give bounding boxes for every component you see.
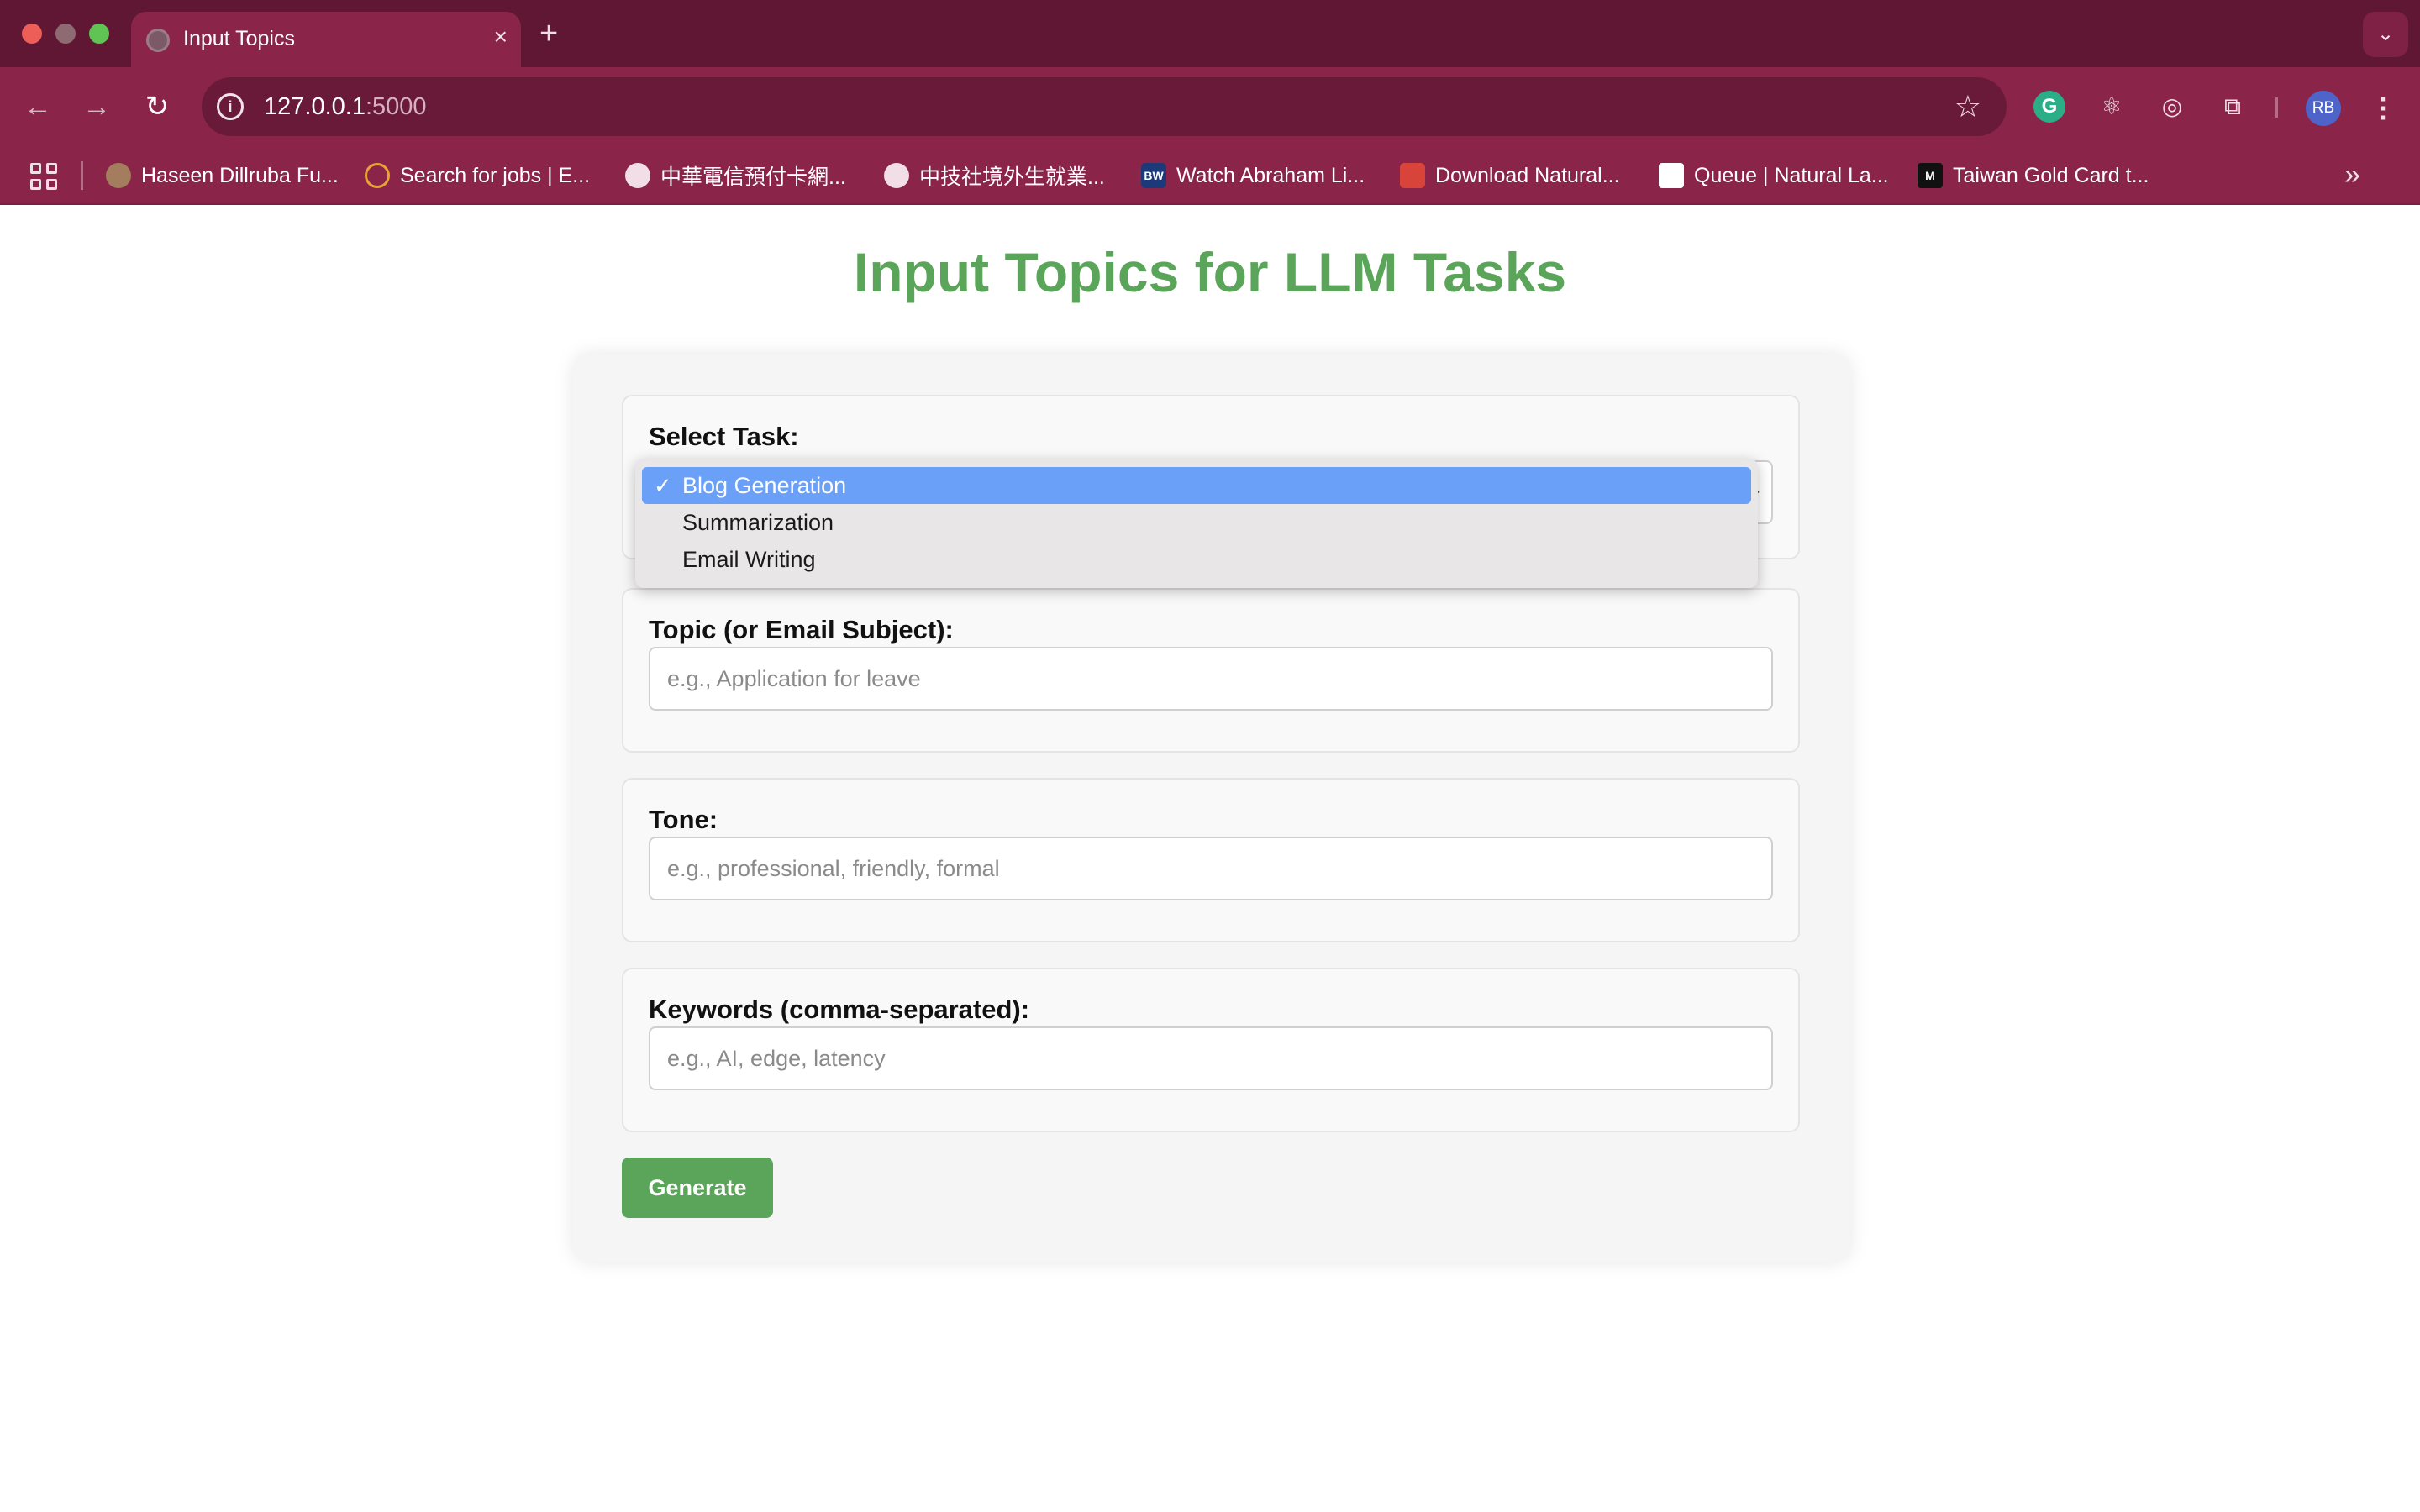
option-label: Summarization — [682, 510, 834, 535]
globe-icon — [625, 163, 650, 188]
more-menu-icon[interactable]: ⋮ — [2368, 91, 2398, 124]
option-label: Email Writing — [682, 547, 816, 572]
task-dropdown-menu: ✓ Blog Generation Summarization Email Wr… — [635, 459, 1758, 588]
bookmark-label: Watch Abraham Li... — [1176, 163, 1365, 187]
bookmark-item[interactable]: M Taiwan Gold Card t... — [1918, 160, 2149, 192]
back-icon[interactable]: ← — [17, 86, 59, 128]
url-port: :5000 — [365, 93, 427, 120]
tab-title: Input Topics — [183, 27, 295, 50]
bookmarks-bar: Haseen Dillruba Fu... Search for jobs | … — [0, 146, 2420, 205]
target-icon[interactable]: ◎ — [2156, 91, 2188, 123]
avatar[interactable]: RB — [2306, 91, 2341, 126]
bookmark-item[interactable]: BW Watch Abraham Li... — [1141, 160, 1365, 192]
bookmark-item[interactable]: Haseen Dillruba Fu... — [106, 160, 339, 192]
people-icon — [365, 163, 390, 188]
tab-search-button[interactable]: ⌄ — [2363, 12, 2408, 57]
bookmark-label: Download Natural... — [1435, 163, 1620, 187]
bookmark-label: Queue | Natural La... — [1694, 163, 1889, 187]
close-tab-icon[interactable]: × — [494, 22, 508, 52]
task-label: Select Task: — [649, 422, 799, 451]
puzzle-icon[interactable]: ⧉ — [2217, 91, 2249, 123]
bookmark-label: 中技社境外生就業... — [919, 165, 1105, 189]
task-option-blog[interactable]: ✓ Blog Generation — [642, 467, 1751, 504]
globe-icon — [146, 29, 170, 52]
globe-icon — [884, 163, 909, 188]
bookmarks-divider — [81, 161, 83, 190]
bookmark-star-icon[interactable]: ☆ — [1954, 89, 1981, 124]
toolbar-divider — [2275, 97, 2278, 118]
keywords-label: Keywords (comma-separated): — [649, 995, 1030, 1024]
bookmark-label: Taiwan Gold Card t... — [1953, 163, 2149, 187]
tone-input[interactable] — [649, 837, 1773, 900]
topic-section: Topic (or Email Subject): — [622, 588, 1800, 753]
url-text[interactable]: 127.0.0.1:5000 — [264, 92, 427, 121]
bookmark-item[interactable]: 中技社境外生就業... — [884, 160, 1105, 192]
bookmark-label: Search for jobs | E... — [400, 163, 591, 187]
checkmark-icon: ✓ — [654, 473, 672, 498]
page-title: Input Topics for LLM Tasks — [853, 241, 1567, 303]
topic-input[interactable] — [649, 647, 1773, 711]
medium-icon: M — [1918, 163, 1943, 188]
option-label: Blog Generation — [682, 473, 847, 498]
tent-icon — [106, 163, 131, 188]
browser-tab[interactable]: Input Topics × — [131, 12, 521, 67]
bw-icon: BW — [1141, 163, 1166, 188]
close-window-button[interactable] — [22, 24, 42, 44]
site-info-icon[interactable]: i — [217, 93, 244, 120]
tone-label: Tone: — [649, 805, 718, 834]
task-option-email[interactable]: Email Writing — [642, 541, 1751, 578]
minimize-window-button[interactable] — [55, 24, 76, 44]
bookmark-item[interactable]: 中華電信預付卡網... — [625, 160, 846, 192]
apps-grid-icon[interactable] — [30, 163, 57, 190]
keywords-section: Keywords (comma-separated): — [622, 968, 1800, 1132]
generate-button[interactable]: Generate — [622, 1158, 773, 1218]
forward-icon[interactable]: → — [76, 86, 118, 128]
new-tab-button[interactable]: + — [539, 15, 558, 52]
url-host: 127.0.0.1 — [264, 93, 366, 120]
bookmark-item[interactable]: Queue | Natural La... — [1659, 160, 1889, 192]
maximize-window-button[interactable] — [89, 24, 109, 44]
browser-toolbar: ← → ↻ i 127.0.0.1:5000 ☆ G ⚛ ◎ ⧉ RB ⋮ — [0, 67, 2420, 146]
queue-icon — [1659, 163, 1684, 188]
grammarly-icon[interactable]: G — [2033, 91, 2065, 123]
topic-label: Topic (or Email Subject): — [649, 615, 954, 644]
tab-bar: Input Topics × + ⌄ — [0, 0, 2420, 67]
bookmark-label: Haseen Dillruba Fu... — [141, 163, 339, 187]
reload-icon[interactable]: ↻ — [136, 86, 178, 128]
react-devtools-icon[interactable]: ⚛ — [2096, 91, 2128, 123]
bookmark-item[interactable]: Download Natural... — [1400, 160, 1620, 192]
tone-section: Tone: — [622, 778, 1800, 942]
address-bar[interactable]: i 127.0.0.1:5000 ☆ — [202, 77, 2007, 136]
more-bookmarks-icon[interactable]: » — [2344, 158, 2360, 192]
task-option-summarization[interactable]: Summarization — [642, 504, 1751, 541]
keywords-input[interactable] — [649, 1026, 1773, 1090]
bookmark-label: 中華電信預付卡網... — [660, 165, 846, 189]
bookmark-item[interactable]: Search for jobs | E... — [365, 160, 590, 192]
download-icon — [1400, 163, 1425, 188]
